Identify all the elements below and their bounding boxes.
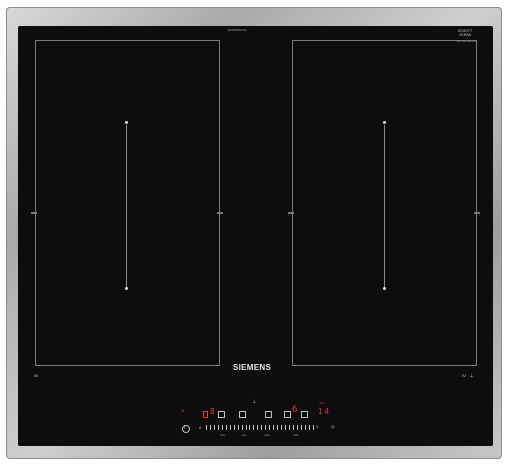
slider-label-min: min — [220, 433, 225, 437]
timer-display: 14 — [318, 407, 331, 416]
combine-icon[interactable]: ≋ — [181, 409, 184, 413]
zone1-select-button[interactable] — [203, 411, 208, 418]
glass-brand: SCHOTT CERAN — [457, 29, 473, 37]
right-zone-bottom-marker — [383, 287, 386, 290]
zone3-select-button[interactable] — [265, 411, 272, 418]
slider-end-icon[interactable]: ▷ — [316, 425, 319, 429]
right-zone-divider-tick-left — [288, 212, 294, 214]
slider-label-med: med — [264, 433, 270, 437]
brand-logo: SIEMENS — [233, 363, 272, 372]
left-zone-bottom-marker — [125, 287, 128, 290]
left-zone-divider-tick-right — [217, 212, 223, 214]
power-level-slider[interactable] — [206, 425, 314, 430]
left-zone-top-marker — [125, 121, 128, 124]
left-zone-divider-tick-left — [31, 212, 37, 214]
left-zone-center-line — [126, 125, 127, 288]
power-icon: I — [184, 425, 186, 431]
left-flex-zone[interactable] — [35, 40, 220, 366]
slider-start-label: 0 — [199, 425, 202, 430]
cooktop-glass: EX645FEC1E SCHOTT CERAN EXCELLENCE IN IV… — [18, 26, 493, 446]
zone1-level-display: 8 — [210, 407, 215, 416]
zone4-level-display: 6 — [292, 405, 298, 415]
timer-icon[interactable]: ◷ — [331, 425, 335, 429]
zone2-select-button[interactable] — [239, 411, 246, 418]
left-zone-label: IN — [34, 373, 38, 378]
slider-label-max: max — [293, 433, 299, 437]
zone1-mode-icon[interactable] — [218, 411, 225, 418]
model-code: EX645FEC1E — [228, 28, 247, 32]
zone4-mode-icon[interactable] — [301, 411, 308, 418]
right-flex-symbol: ⟂ — [470, 372, 473, 377]
right-zone-label: IV — [462, 373, 466, 378]
right-zone-top-marker — [383, 121, 386, 124]
right-zone-divider-tick-right — [474, 212, 480, 214]
slider-label-low: low — [242, 433, 247, 437]
timer-label: min — [319, 401, 324, 405]
center-flex-symbol: ⟂ — [253, 398, 256, 403]
zone4-select-button[interactable] — [284, 411, 291, 418]
right-zone-center-line — [384, 125, 385, 288]
